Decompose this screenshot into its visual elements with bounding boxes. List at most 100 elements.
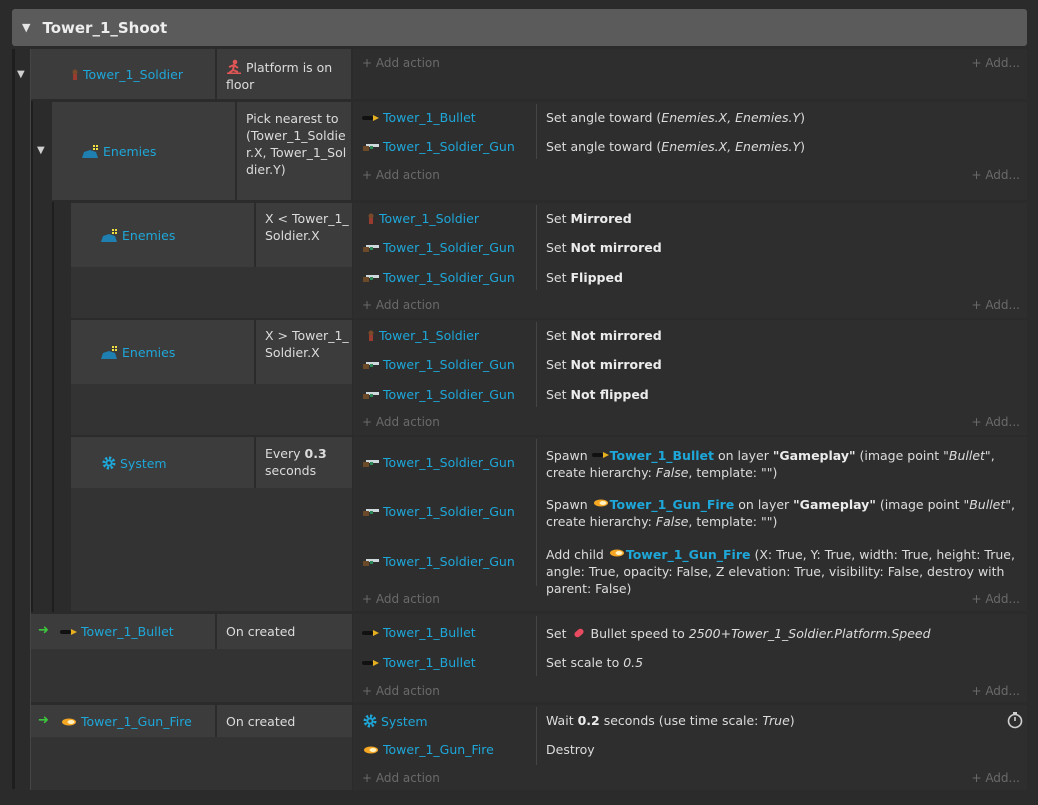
event3-spacer [71, 267, 352, 318]
event1-actions [353, 49, 1027, 99]
add-more-button[interactable]: + Add... [960, 592, 1020, 606]
plus-icon: + [362, 592, 376, 606]
event2-condition[interactable]: Pick nearest to (Tower_1_Soldier.X, Towe… [246, 110, 348, 178]
action-text[interactable]: Set Not flipped [546, 386, 649, 403]
action-object[interactable]: Tower_1_Soldier_Gun [362, 554, 515, 569]
action-object[interactable]: Tower_1_Soldier_Gun [362, 240, 515, 255]
action-object[interactable]: Tower_1_Soldier_Gun [362, 455, 515, 470]
action-text[interactable]: Set Not mirrored [546, 327, 662, 344]
gun-fire-icon [608, 548, 626, 558]
event1-condition[interactable]: Platform is on floor [226, 59, 346, 93]
add-action-button[interactable]: + Add action [362, 592, 440, 606]
action-object[interactable]: Tower_1_Gun_Fire [362, 742, 494, 757]
gear-icon [101, 455, 117, 471]
action-text[interactable]: Spawn Tower_1_Bullet on layer "Gameplay"… [546, 447, 1016, 481]
event5-object[interactable]: System [101, 455, 167, 471]
action-text[interactable]: Set Flipped [546, 269, 623, 286]
event4-object[interactable]: Enemies [99, 345, 175, 360]
add-action-button[interactable]: + Add action [362, 298, 440, 312]
plus-icon: + [971, 592, 986, 606]
event7-object[interactable]: Tower_1_Gun_Fire [60, 714, 192, 729]
action-column-divider [536, 322, 537, 407]
action-text[interactable]: Set scale to 0.5 [546, 654, 643, 671]
plus-icon: + [971, 298, 986, 312]
action-text[interactable]: Set Mirrored [546, 210, 632, 227]
gun-icon [362, 557, 380, 567]
soldier-icon [362, 213, 376, 225]
action-object[interactable]: System [362, 713, 428, 729]
event5-condition[interactable]: Every 0.3 seconds [265, 445, 349, 479]
plus-icon: + [362, 168, 376, 182]
action-object[interactable]: Tower_1_Soldier_Gun [362, 387, 515, 402]
action-column-divider [536, 616, 537, 676]
action-object[interactable]: Tower_1_Soldier_Gun [362, 357, 515, 372]
bullet-icon [591, 451, 610, 459]
collapse-triangle-icon[interactable]: ▼ [17, 69, 25, 80]
event4-condition[interactable]: X > Tower_1_Soldier.X [265, 327, 349, 361]
action-text[interactable]: Destroy [546, 741, 595, 758]
stopwatch-icon [1006, 711, 1024, 729]
event-group-header[interactable]: ▼ Tower_1_Shoot [12, 9, 1027, 46]
bullet-behavior-icon [571, 626, 587, 640]
bullet-icon [362, 659, 380, 667]
event6-condition[interactable]: On created [226, 623, 295, 640]
add-more-button[interactable]: + Add... [960, 168, 1020, 182]
soldier-icon [70, 69, 80, 81]
plus-icon: + [971, 684, 986, 698]
event1-object[interactable]: Tower_1_Soldier [70, 67, 183, 82]
event-group-title: Tower_1_Shoot [42, 18, 168, 37]
event2-object[interactable]: Enemies [80, 144, 156, 159]
soldier-icon [362, 330, 376, 342]
add-action-button[interactable]: + Add action [362, 684, 440, 698]
action-object[interactable]: Tower_1_Soldier_Gun [362, 139, 515, 154]
gun-icon [362, 273, 380, 283]
event3-condition[interactable]: X < Tower_1_Soldier.X [265, 210, 349, 244]
action-text[interactable]: Spawn Tower_1_Gun_Fire on layer "Gamepla… [546, 496, 1016, 530]
collapse-triangle-icon[interactable]: ▼ [37, 145, 45, 156]
action-text[interactable]: Set Not mirrored [546, 356, 662, 373]
trigger-arrow-icon: ➜ [38, 713, 49, 728]
action-text[interactable]: Set angle toward (Enemies.X, Enemies.Y) [546, 109, 805, 126]
action-object[interactable]: Tower_1_Soldier_Gun [362, 504, 515, 519]
action-text[interactable]: Set Not mirrored [546, 239, 662, 256]
add-action-button[interactable]: + Add action [362, 415, 440, 429]
event6-object[interactable]: Tower_1_Bullet [60, 624, 174, 639]
plus-icon: + [362, 771, 376, 785]
action-object[interactable]: Tower_1_Soldier_Gun [362, 270, 515, 285]
gun-fire-icon [60, 717, 78, 727]
event7-condition[interactable]: On created [226, 713, 295, 730]
action-object[interactable]: Tower_1_Bullet [362, 110, 476, 125]
action-object[interactable]: Tower_1_Soldier [362, 211, 479, 226]
add-more-button[interactable]: + Add... [960, 415, 1020, 429]
enemies-icon [99, 345, 119, 360]
add-more-button[interactable]: + Add... [960, 298, 1020, 312]
gun-icon [362, 390, 380, 400]
action-text[interactable]: Add child Tower_1_Gun_Fire (X: True, Y: … [546, 546, 1016, 597]
action-object[interactable]: Tower_1_Bullet [362, 625, 476, 640]
plus-icon: + [362, 415, 376, 429]
action-text[interactable]: Set angle toward (Enemies.X, Enemies.Y) [546, 138, 805, 155]
plus-icon: + [971, 415, 986, 429]
plus-icon: + [362, 56, 376, 70]
action-text[interactable]: Wait 0.2 seconds (use time scale: True) [546, 712, 795, 729]
group-rail [12, 49, 15, 789]
add-action-button[interactable]: + Add action [362, 771, 440, 785]
add-more-button[interactable]: + Add... [960, 771, 1020, 785]
add-action-button[interactable]: + Add action [362, 56, 440, 70]
event3-object[interactable]: Enemies [99, 228, 175, 243]
event4-spacer [71, 384, 352, 435]
action-text[interactable]: Set Bullet speed to 2500+Tower_1_Soldier… [546, 625, 931, 642]
sub-event-rail [52, 202, 54, 612]
gun-fire-icon [362, 745, 380, 755]
enemies-icon [99, 228, 119, 243]
collapse-triangle-icon[interactable]: ▼ [22, 21, 30, 34]
add-action-button[interactable]: + Add action [362, 168, 440, 182]
action-object[interactable]: Tower_1_Bullet [362, 655, 476, 670]
add-more-button[interactable]: + Add... [960, 56, 1020, 70]
event7-spacer [31, 737, 352, 790]
add-more-button[interactable]: + Add... [960, 684, 1020, 698]
action-object[interactable]: Tower_1_Soldier [362, 328, 479, 343]
plus-icon: + [971, 771, 986, 785]
action-column-divider [536, 205, 537, 290]
plus-icon: + [362, 298, 376, 312]
